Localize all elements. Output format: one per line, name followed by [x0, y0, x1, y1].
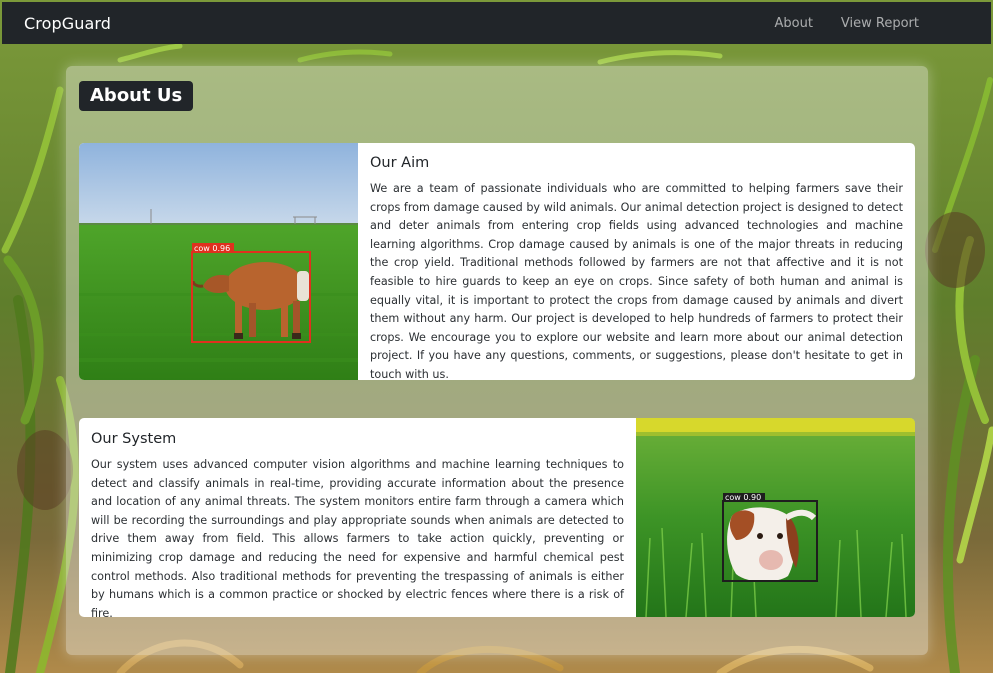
aim-card-body: Our Aim We are a team of passionate indi…	[358, 143, 915, 380]
system-card: Our System Our system uses advanced comp…	[79, 418, 915, 617]
aim-card: cow 0.96 Our Aim We are a team of passio…	[79, 143, 915, 380]
cow-detection-image: cow 0.96	[79, 143, 358, 380]
cow-detection-label: cow 0.96	[194, 244, 230, 253]
cow-detection-illustration: cow 0.96	[79, 143, 358, 380]
aim-title: Our Aim	[370, 155, 430, 171]
calf-detection-illustration: cow 0.90	[636, 418, 915, 617]
calf-detection-label: cow 0.90	[725, 493, 761, 502]
system-title: Our System	[91, 431, 177, 447]
aim-text: We are a team of passionate individuals …	[370, 182, 903, 380]
nav-links: About View Report	[760, 16, 941, 31]
system-text: Our system uses advanced computer vision…	[91, 458, 624, 617]
navbar: CropGuard About View Report	[2, 2, 991, 44]
nav-link-about[interactable]: About	[760, 16, 826, 31]
nav-link-view-report[interactable]: View Report	[827, 16, 941, 31]
page-heading: About Us	[79, 81, 194, 111]
brand-logo-link[interactable]: CropGuard	[24, 14, 111, 33]
calf-detection-image: cow 0.90	[636, 418, 915, 617]
system-card-body: Our System Our system uses advanced comp…	[79, 418, 636, 617]
